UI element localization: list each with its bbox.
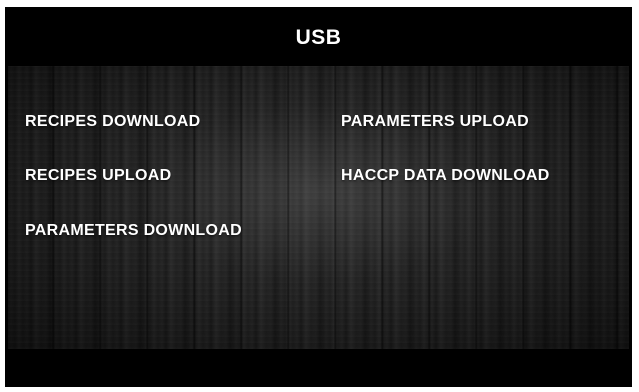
usb-screen: USB RECIPES DOWNLOAD RECIPES UPLOAD PARA… [5, 7, 632, 387]
parameters-download-button[interactable]: PARAMETERS DOWNLOAD [25, 222, 242, 240]
haccp-data-download-button[interactable]: HACCP DATA DOWNLOAD [341, 167, 550, 185]
header-bar: USB [8, 10, 629, 66]
page-title: USB [295, 26, 342, 49]
footer-bar [8, 349, 629, 384]
parameters-upload-button[interactable]: PARAMETERS UPLOAD [341, 113, 529, 131]
recipes-download-button[interactable]: RECIPES DOWNLOAD [25, 113, 200, 131]
recipes-upload-button[interactable]: RECIPES UPLOAD [25, 167, 171, 185]
wood-panel: RECIPES DOWNLOAD RECIPES UPLOAD PARAMETE… [8, 66, 629, 349]
